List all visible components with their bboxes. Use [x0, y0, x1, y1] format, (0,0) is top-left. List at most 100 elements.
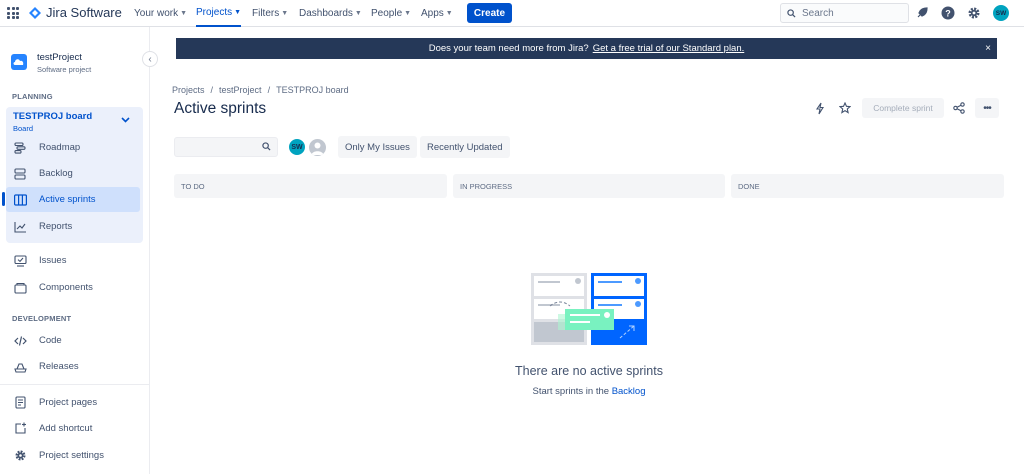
backlog-link[interactable]: Backlog	[612, 386, 646, 397]
empty-board-illustration	[531, 273, 647, 345]
jira-logo[interactable]: Jira Software	[28, 5, 122, 20]
star-icon[interactable]	[837, 100, 853, 116]
chevron-down-icon[interactable]	[121, 115, 130, 125]
menu-dashboards[interactable]: Dashboards ▼	[299, 0, 362, 27]
search-icon	[262, 142, 271, 151]
sidebar-item-active-sprints[interactable]: Active sprints	[6, 187, 140, 212]
create-button[interactable]: Create	[467, 3, 512, 23]
lightning-icon[interactable]	[812, 100, 828, 116]
search-input[interactable]: Search	[780, 3, 909, 23]
search-icon	[787, 8, 796, 18]
project-type: Software project	[37, 65, 92, 74]
menu-label: Apps	[421, 8, 444, 19]
column-header-done: DONE	[731, 174, 1004, 198]
sidebar-item-components[interactable]: Components	[6, 275, 140, 300]
sidebar-item-reports[interactable]: Reports	[6, 214, 140, 239]
sidebar-item-label: Active sprints	[39, 194, 96, 205]
close-icon[interactable]: ×	[985, 43, 991, 54]
sidebar-item-label: Project settings	[39, 450, 104, 461]
menu-label: Dashboards	[299, 8, 353, 19]
pages-icon	[13, 396, 27, 410]
sidebar-item-label: Add shortcut	[39, 423, 93, 434]
empty-state-subtitle: Start sprints in the Backlog	[474, 386, 704, 397]
sidebar-item-releases[interactable]: Releases	[6, 354, 140, 379]
complete-sprint-button[interactable]: Complete sprint	[862, 98, 944, 118]
product-name: Jira Software	[46, 5, 122, 20]
search-placeholder: Search	[802, 7, 834, 19]
sidebar-item-project-pages[interactable]: Project pages	[6, 390, 140, 415]
sidebar-item-add-shortcut[interactable]: Add shortcut	[6, 416, 140, 441]
issues-icon	[13, 254, 27, 268]
breadcrumb-projects[interactable]: Projects	[172, 85, 205, 95]
empty-state-prefix: Start sprints in the	[532, 386, 610, 397]
sidebar-item-label: Reports	[39, 221, 73, 232]
board-search-input[interactable]	[174, 137, 278, 157]
planning-section-title: PLANNING	[12, 92, 53, 101]
collapse-sidebar-icon[interactable]: ‹	[142, 51, 158, 67]
reports-icon	[13, 220, 27, 234]
menu-filters[interactable]: Filters ▼	[252, 0, 288, 27]
sidebar-item-label: Project pages	[39, 397, 98, 408]
notifications-icon[interactable]	[914, 5, 930, 21]
menu-your-work[interactable]: Your work ▼	[134, 0, 187, 27]
breadcrumb-project[interactable]: testProject	[219, 85, 262, 95]
menu-label: Filters	[252, 8, 280, 19]
board-subtitle: Board	[13, 124, 34, 133]
top-navigation: Jira Software Your work ▼ Projects ▼ Filte…	[0, 0, 1024, 27]
breadcrumb-separator: /	[267, 85, 271, 95]
column-header-in-progress: IN PROGRESS	[453, 174, 725, 198]
upgrade-banner: Does your team need more from Jira? Get …	[176, 38, 997, 59]
breadcrumb-separator: /	[210, 85, 214, 95]
menu-people[interactable]: People ▼	[371, 0, 411, 27]
chevron-down-icon: ▼	[180, 10, 188, 17]
unassigned-avatar-icon[interactable]	[307, 137, 328, 158]
sidebar-item-roadmap[interactable]: Roadmap	[6, 135, 140, 160]
chevron-down-icon: ▼	[354, 10, 362, 17]
column-header-todo: TO DO	[174, 174, 447, 198]
breadcrumb-board[interactable]: TESTPROJ board	[276, 85, 349, 95]
active-indicator	[2, 192, 5, 206]
releases-icon	[13, 360, 27, 374]
page-title: Active sprints	[174, 100, 267, 117]
app-switcher-icon[interactable]	[7, 7, 19, 19]
gear-icon	[13, 449, 27, 463]
empty-state-title: There are no active sprints	[515, 364, 663, 378]
sidebar-item-issues[interactable]: Issues	[6, 248, 140, 273]
user-avatar[interactable]: SW	[993, 5, 1009, 21]
components-icon	[13, 281, 27, 295]
sidebar-item-label: Backlog	[39, 168, 73, 179]
assignee-avatar[interactable]: SW	[287, 137, 307, 157]
sidebar-item-project-settings[interactable]: Project settings	[6, 443, 140, 468]
menu-label: Your work	[134, 8, 179, 19]
sidebar-item-label: Roadmap	[39, 142, 81, 153]
sidebar-item-label: Issues	[39, 255, 67, 266]
sidebar-item-label: Code	[39, 335, 62, 346]
menu-apps[interactable]: Apps ▼	[421, 0, 453, 27]
board-columns-icon	[13, 193, 27, 207]
share-icon[interactable]	[951, 100, 967, 116]
roadmap-icon	[13, 141, 27, 155]
sidebar-item-label: Releases	[39, 361, 79, 372]
menu-label: People	[371, 8, 403, 19]
quick-filter-recently-updated[interactable]: Recently Updated	[420, 136, 510, 158]
chevron-down-icon: ▼	[281, 10, 289, 17]
code-icon	[13, 334, 27, 348]
svg-text:?: ?	[945, 9, 951, 19]
jira-logo-icon	[29, 6, 41, 19]
sidebar-divider	[0, 384, 149, 385]
board-selector[interactable]: TESTPROJ board	[13, 111, 92, 122]
quick-filter-only-my-issues[interactable]: Only My Issues	[338, 136, 417, 158]
settings-icon[interactable]	[966, 5, 982, 21]
sidebar-item-code[interactable]: Code	[6, 328, 140, 353]
chevron-down-icon: ▼	[445, 10, 453, 17]
project-name[interactable]: testProject	[37, 52, 82, 63]
development-section-title: DEVELOPMENT	[12, 314, 72, 323]
banner-text: Does your team need more from Jira?	[428, 43, 589, 54]
shortcut-icon	[13, 422, 27, 436]
banner-trial-link[interactable]: Get a free trial of our Standard plan.	[593, 43, 745, 54]
sidebar-item-backlog[interactable]: Backlog	[6, 161, 140, 186]
more-actions-button[interactable]: •••	[975, 98, 999, 118]
menu-projects[interactable]: Projects ▼	[196, 0, 242, 27]
backlog-icon	[13, 167, 27, 181]
help-icon[interactable]: ?	[940, 5, 956, 21]
